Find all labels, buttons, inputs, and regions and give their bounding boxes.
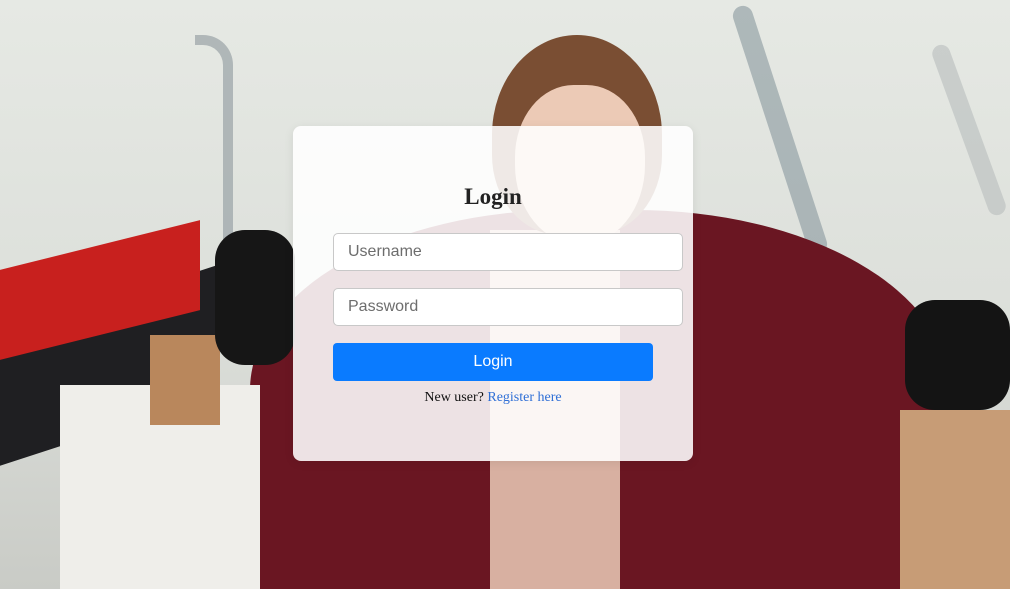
shopping-bag <box>900 410 1010 589</box>
login-button[interactable]: Login <box>333 343 653 381</box>
register-link[interactable]: Register here <box>487 390 561 405</box>
glove <box>905 300 1010 410</box>
register-prompt: New user? Register here <box>293 390 693 406</box>
login-card: Login Login New user? Register here <box>293 126 693 461</box>
login-title: Login <box>464 184 522 209</box>
new-user-text: New user? <box>424 390 484 405</box>
username-input[interactable] <box>333 233 683 271</box>
password-input[interactable] <box>333 288 683 326</box>
shopping-bag <box>150 335 220 425</box>
glove <box>215 230 295 365</box>
